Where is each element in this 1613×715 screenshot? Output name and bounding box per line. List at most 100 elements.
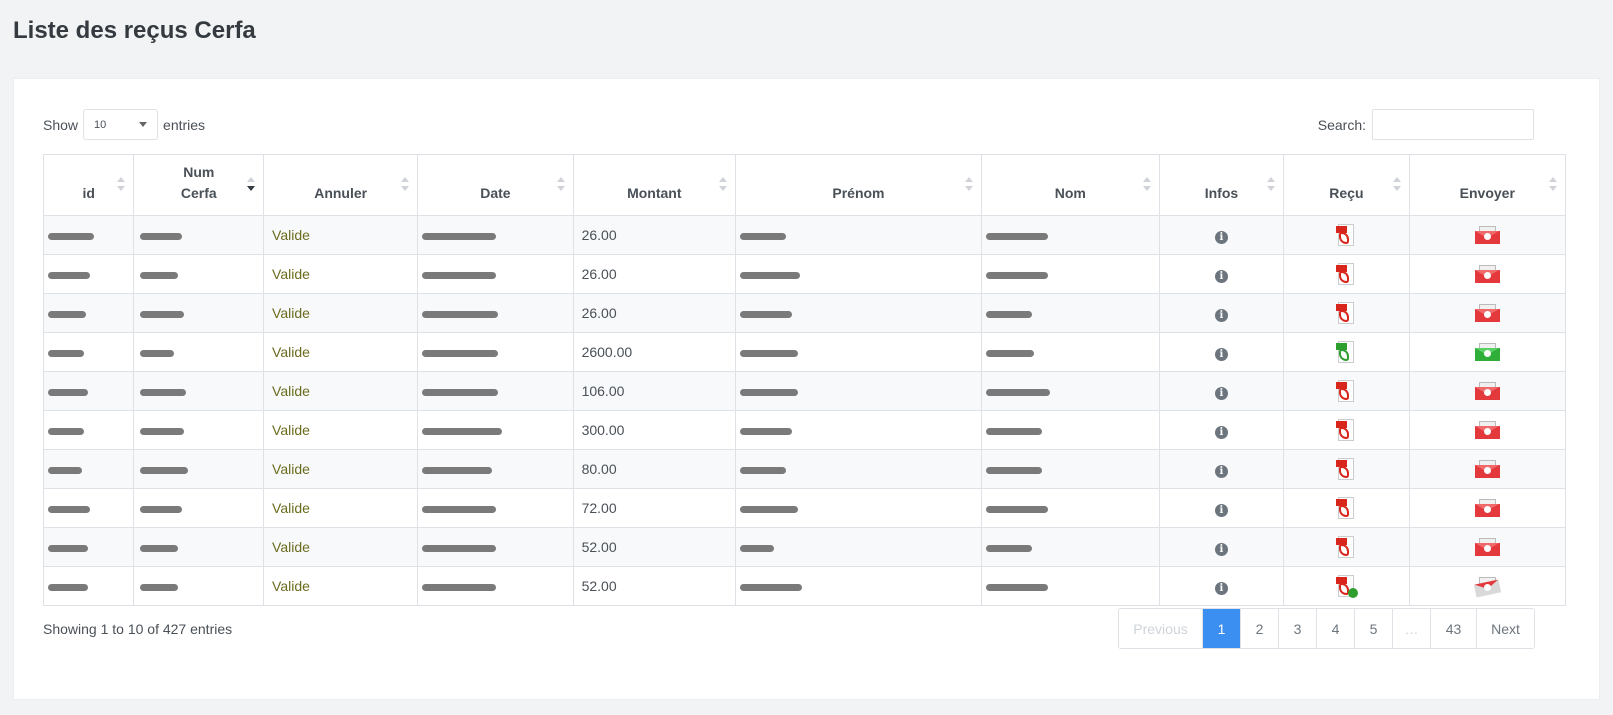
page-3-button[interactable]: 3 — [1278, 609, 1316, 648]
cell-infos: i — [1158, 332, 1285, 372]
page-1-button[interactable]: 1 — [1202, 609, 1240, 648]
cell-annuler[interactable]: Valide — [263, 449, 419, 489]
cell-prenom — [735, 527, 982, 567]
redacted-num-cerfa — [140, 271, 179, 279]
pdf-red-icon[interactable] — [1336, 263, 1356, 285]
cell-envoyer — [1408, 566, 1567, 606]
column-header-num-cerfa[interactable]: Num Cerfa — [133, 154, 265, 216]
info-icon[interactable]: i — [1214, 269, 1228, 283]
pdf-red-icon[interactable] — [1336, 419, 1356, 441]
column-header-montant[interactable]: Montant — [572, 154, 737, 216]
search-input[interactable] — [1372, 109, 1534, 140]
pdf-green-icon[interactable] — [1336, 341, 1356, 363]
column-header-date[interactable]: Date — [417, 154, 574, 216]
cell-annuler[interactable]: Valide — [263, 488, 419, 528]
column-header-id[interactable]: id — [42, 154, 135, 216]
page-5-button[interactable]: 5 — [1354, 609, 1392, 648]
pdf-check-icon[interactable] — [1336, 575, 1359, 598]
mail-sent-icon[interactable] — [1473, 577, 1501, 598]
sort-desc-icon — [247, 177, 256, 193]
info-icon[interactable]: i — [1214, 308, 1228, 322]
column-header-infos[interactable]: Infos — [1158, 154, 1285, 216]
mail-red-icon[interactable] — [1474, 226, 1500, 245]
column-header-prenom[interactable]: Prénom — [735, 154, 982, 216]
cell-annuler[interactable]: Valide — [263, 371, 419, 411]
pdf-red-icon[interactable] — [1336, 458, 1356, 480]
redacted-date — [422, 271, 497, 279]
redacted-num-cerfa — [140, 505, 183, 513]
pdf-red-icon[interactable] — [1336, 380, 1356, 402]
cell-envoyer — [1408, 293, 1567, 333]
cell-id — [42, 566, 135, 606]
redacted-date — [422, 349, 499, 357]
redacted-date — [422, 583, 497, 591]
redacted-date — [422, 232, 497, 240]
info-icon[interactable]: i — [1214, 230, 1228, 244]
mail-red-icon[interactable] — [1474, 265, 1500, 284]
entries-select-value: 10 — [94, 118, 107, 131]
column-header-recu[interactable]: Reçu — [1283, 154, 1410, 216]
redacted-prenom — [740, 271, 801, 279]
cell-annuler[interactable]: Valide — [263, 410, 419, 450]
pdf-red-icon[interactable] — [1336, 497, 1356, 519]
cell-annuler[interactable]: Valide — [263, 215, 419, 255]
mail-red-icon[interactable] — [1474, 421, 1500, 440]
redacted-num-cerfa — [140, 466, 189, 474]
redacted-nom — [985, 544, 1032, 552]
cell-id — [42, 410, 135, 450]
info-icon[interactable]: i — [1214, 386, 1228, 400]
redacted-nom — [985, 583, 1048, 591]
cell-envoyer — [1408, 449, 1567, 489]
info-icon[interactable]: i — [1214, 581, 1228, 595]
info-icon[interactable]: i — [1214, 425, 1228, 439]
pdf-red-icon[interactable] — [1336, 536, 1356, 558]
cell-date — [417, 332, 574, 372]
redacted-prenom — [740, 349, 799, 357]
cell-annuler[interactable]: Valide — [263, 254, 419, 294]
mail-red-icon[interactable] — [1474, 499, 1500, 518]
search-label: Search: — [1317, 116, 1366, 133]
cell-recu — [1283, 332, 1410, 372]
pdf-red-icon[interactable] — [1336, 224, 1356, 246]
page-2-button[interactable]: 2 — [1240, 609, 1278, 648]
mail-red-icon[interactable] — [1474, 460, 1500, 479]
table-row: Valide 300.00 i — [42, 410, 1567, 450]
column-header-annuler[interactable]: Annuler — [263, 154, 419, 216]
info-icon[interactable]: i — [1214, 503, 1228, 517]
sort-icon — [556, 177, 565, 193]
mail-red-icon[interactable] — [1474, 538, 1500, 557]
cell-recu — [1283, 527, 1410, 567]
next-page-button[interactable]: Next — [1476, 609, 1534, 648]
page-43-button[interactable]: 43 — [1430, 609, 1476, 648]
info-icon[interactable]: i — [1214, 347, 1228, 361]
info-icon[interactable]: i — [1214, 542, 1228, 556]
mail-red-icon[interactable] — [1474, 382, 1500, 401]
cell-nom — [980, 410, 1160, 450]
cell-annuler[interactable]: Valide — [263, 332, 419, 372]
cell-date — [417, 410, 574, 450]
pdf-red-icon[interactable] — [1336, 302, 1356, 324]
cell-nom — [980, 527, 1160, 567]
cell-annuler[interactable]: Valide — [263, 527, 419, 567]
redacted-nom — [985, 232, 1048, 240]
cell-date — [417, 449, 574, 489]
cell-num-cerfa — [133, 488, 265, 528]
cell-annuler[interactable]: Valide — [263, 293, 419, 333]
cell-prenom — [735, 488, 982, 528]
column-header-envoyer[interactable]: Envoyer — [1408, 154, 1567, 216]
cell-prenom — [735, 215, 982, 255]
pagination: Previous 1 2 3 4 5 … 43 Next — [1118, 608, 1535, 649]
info-icon[interactable]: i — [1214, 464, 1228, 478]
mail-red-icon[interactable] — [1474, 304, 1500, 323]
column-header-label: Envoyer — [1459, 185, 1515, 201]
sort-icon — [1267, 177, 1276, 193]
cell-nom — [980, 332, 1160, 372]
cell-id — [42, 527, 135, 567]
mail-green-icon[interactable] — [1474, 343, 1500, 362]
page-4-button[interactable]: 4 — [1316, 609, 1354, 648]
cell-num-cerfa — [133, 293, 265, 333]
column-header-nom[interactable]: Nom — [980, 154, 1160, 216]
previous-page-button[interactable]: Previous — [1119, 609, 1202, 648]
entries-select[interactable]: 10 — [83, 109, 159, 140]
cell-annuler[interactable]: Valide — [263, 566, 419, 606]
